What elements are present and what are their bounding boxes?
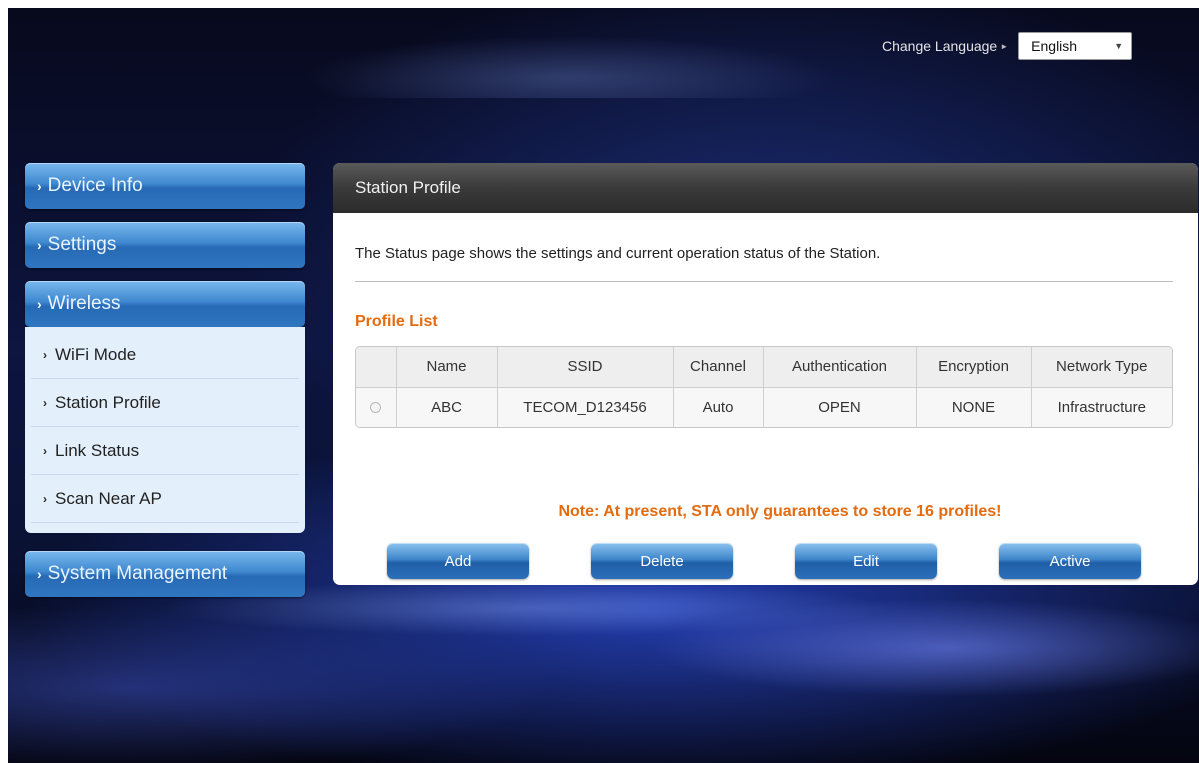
submenu-label: Scan Near AP bbox=[55, 488, 162, 508]
cell-network-type: Infrastructure bbox=[1030, 386, 1172, 427]
cell-authentication: OPEN bbox=[762, 386, 917, 427]
cell-name: ABC bbox=[395, 386, 498, 427]
language-select[interactable]: English ▼ bbox=[1018, 32, 1133, 60]
change-language-label: Change Language bbox=[882, 38, 998, 54]
chevron-right-icon: › bbox=[43, 347, 47, 362]
profile-table: Name SSID Channel Authentication Encrypt… bbox=[355, 346, 1173, 428]
screen-background: Change Language ► English ▼ › Device Inf… bbox=[8, 8, 1199, 763]
menu-label: Settings bbox=[47, 234, 117, 255]
menu-system-management[interactable]: › System Management bbox=[25, 551, 305, 597]
page-title: Station Profile bbox=[355, 178, 461, 197]
menu-wireless[interactable]: › Wireless bbox=[25, 281, 305, 327]
cell-channel: Auto bbox=[672, 386, 764, 427]
chevron-right-icon: › bbox=[37, 237, 42, 253]
submenu-link-status[interactable]: › Link Status bbox=[31, 427, 299, 475]
divider bbox=[355, 281, 1173, 282]
page-description: The Status page shows the settings and c… bbox=[355, 245, 881, 262]
submenu-label: WiFi Mode bbox=[55, 344, 137, 364]
cell-ssid: TECOM_D123456 bbox=[496, 386, 674, 427]
wireless-submenu: › WiFi Mode › Station Profile › Link Sta… bbox=[25, 327, 305, 533]
chevron-right-icon: › bbox=[37, 178, 42, 194]
arrow-right-icon: ► bbox=[1000, 41, 1009, 51]
dropdown-caret-icon: ▼ bbox=[1114, 41, 1124, 51]
panel-header: Station Profile bbox=[333, 163, 1198, 213]
section-title: Profile List bbox=[355, 313, 438, 330]
menu-settings[interactable]: › Settings bbox=[25, 222, 305, 268]
background-glow bbox=[188, 8, 988, 98]
submenu-wifi-mode[interactable]: › WiFi Mode bbox=[31, 331, 299, 379]
menu-device-info[interactable]: › Device Info bbox=[25, 163, 305, 209]
column-header-authentication: Authentication bbox=[762, 347, 917, 388]
menu-label: Wireless bbox=[47, 293, 121, 314]
chevron-right-icon: › bbox=[43, 395, 47, 410]
column-header-name: Name bbox=[395, 347, 498, 388]
table-row[interactable]: ABC TECOM_D123456 Auto OPEN NONE Infrast… bbox=[356, 386, 1172, 427]
column-header-ssid: SSID bbox=[496, 347, 674, 388]
menu-label: System Management bbox=[47, 563, 228, 584]
profile-radio[interactable] bbox=[370, 402, 382, 414]
submenu-station-profile[interactable]: › Station Profile bbox=[31, 379, 299, 427]
row-select-cell bbox=[356, 386, 397, 427]
chevron-right-icon: › bbox=[43, 443, 47, 458]
language-switcher: Change Language ► English ▼ bbox=[882, 32, 1133, 60]
column-header-select bbox=[356, 347, 397, 388]
submenu-scan-near-ap[interactable]: › Scan Near AP bbox=[31, 475, 299, 523]
edit-button[interactable]: Edit bbox=[795, 543, 937, 579]
active-button[interactable]: Active bbox=[999, 543, 1141, 579]
chevron-right-icon: › bbox=[37, 296, 42, 312]
submenu-label: Station Profile bbox=[55, 392, 161, 412]
menu-label: Device Info bbox=[47, 175, 143, 196]
column-header-channel: Channel bbox=[672, 347, 764, 388]
chevron-right-icon: › bbox=[37, 566, 42, 582]
table-header-row: Name SSID Channel Authentication Encrypt… bbox=[356, 347, 1172, 388]
column-header-network-type: Network Type bbox=[1030, 347, 1172, 388]
delete-button[interactable]: Delete bbox=[591, 543, 733, 579]
language-select-value: English bbox=[1031, 38, 1078, 54]
chevron-right-icon: › bbox=[43, 491, 47, 506]
column-header-encryption: Encryption bbox=[915, 347, 1032, 388]
profile-limit-note: Note: At present, STA only guarantees to… bbox=[558, 503, 1002, 520]
content-panel: Station Profile The Status page shows th… bbox=[333, 163, 1198, 585]
cell-encryption: NONE bbox=[915, 386, 1032, 427]
sidebar: › Device Info › Settings › Wireless › Wi… bbox=[25, 163, 305, 597]
submenu-label: Link Status bbox=[55, 440, 140, 460]
add-button[interactable]: Add bbox=[387, 543, 529, 579]
